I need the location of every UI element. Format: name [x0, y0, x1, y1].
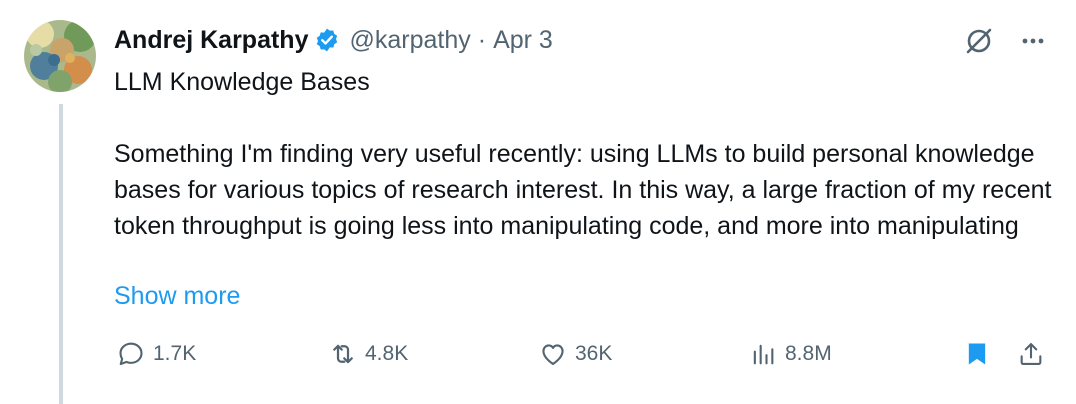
verified-badge-icon — [314, 27, 340, 53]
tweet-text: LLM Knowledge Bases Something I'm findin… — [114, 64, 1054, 244]
author-name[interactable]: Andrej Karpathy — [114, 26, 308, 55]
share-button[interactable] — [1016, 336, 1053, 372]
show-more-link[interactable]: Show more — [114, 278, 240, 314]
action-bar: 1.7K 4.8K 36K 8.8M — [114, 336, 1054, 372]
retweet-count: 4.8K — [365, 342, 409, 365]
reply-icon — [116, 339, 146, 369]
bookmark-icon — [962, 339, 992, 369]
grok-icon[interactable] — [962, 24, 996, 58]
avatar-image — [24, 20, 96, 92]
retweet-icon — [328, 339, 358, 369]
avatar[interactable] — [24, 20, 96, 92]
retweet-button[interactable]: 4.8K — [328, 336, 408, 372]
top-right-actions — [962, 24, 1050, 58]
bookmark-button[interactable] — [962, 336, 999, 372]
tweet-header: Andrej Karpathy @karpathy · Apr 3 — [114, 24, 553, 56]
author-handle[interactable]: @karpathy — [349, 26, 470, 55]
thread-line — [59, 104, 63, 404]
tweet-title: LLM Knowledge Bases — [114, 68, 370, 96]
share-icon — [1016, 339, 1046, 369]
like-button[interactable]: 36K — [538, 336, 612, 372]
like-count: 36K — [575, 342, 613, 365]
more-icon[interactable] — [1016, 24, 1050, 58]
views-button[interactable]: 8.8M — [748, 336, 832, 372]
views-count: 8.8M — [785, 342, 832, 365]
views-icon — [748, 339, 778, 369]
reply-count: 1.7K — [153, 342, 197, 365]
tweet-body: Something I'm finding very useful recent… — [114, 140, 1052, 240]
tweet-date[interactable]: Apr 3 — [493, 26, 553, 55]
separator-dot: · — [477, 25, 487, 54]
heart-icon — [538, 339, 568, 369]
reply-button[interactable]: 1.7K — [116, 336, 196, 372]
